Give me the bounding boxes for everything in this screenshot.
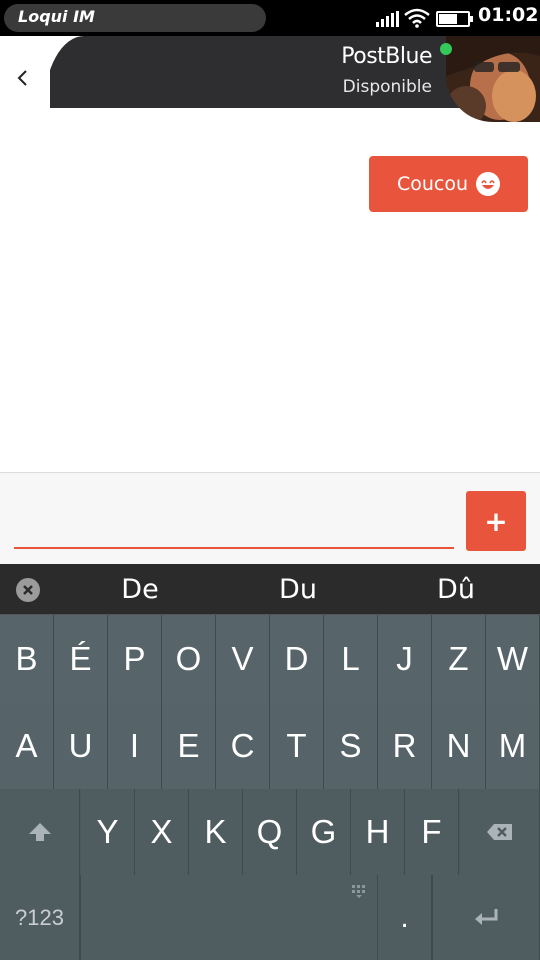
key-t[interactable]: T <box>270 703 324 789</box>
key-c[interactable]: C <box>216 703 270 789</box>
key-h[interactable]: H <box>351 789 405 875</box>
key-f[interactable]: F <box>405 789 459 875</box>
key-w[interactable]: W <box>486 615 540 703</box>
key-o[interactable]: O <box>162 615 216 703</box>
suggestion-item[interactable]: Du <box>238 574 358 605</box>
key-s[interactable]: S <box>324 703 378 789</box>
key-v[interactable]: V <box>216 615 270 703</box>
key-g[interactable]: G <box>297 789 351 875</box>
keyboard-row-3: YXKQGHF <box>0 789 540 875</box>
app-name: Loqui IM <box>18 7 95 26</box>
attach-button[interactable]: + <box>466 491 526 551</box>
keyboard-row-1: BÉPOVDLJZW <box>0 615 540 703</box>
keyboard-switch-icon <box>352 885 365 898</box>
key-i[interactable]: I <box>108 703 162 789</box>
battery-icon <box>436 11 473 27</box>
key-u[interactable]: U <box>54 703 108 789</box>
key-z[interactable]: Z <box>432 615 486 703</box>
space-key[interactable] <box>80 875 378 960</box>
key-q[interactable]: Q <box>243 789 297 875</box>
enter-key[interactable] <box>432 875 540 960</box>
chevron-left-icon <box>17 70 27 86</box>
key-k[interactable]: K <box>189 789 243 875</box>
key-l[interactable]: L <box>324 615 378 703</box>
keyboard-row-2: AUIECTSRNM <box>0 703 540 789</box>
avatar-image <box>446 36 540 122</box>
suggestion-item[interactable]: De <box>80 574 200 605</box>
message-bubble[interactable]: Coucou <box>369 156 528 212</box>
avatar[interactable] <box>446 36 540 122</box>
keyboard-row-4: ?123 . <box>0 875 540 960</box>
signal-icon <box>376 11 400 27</box>
key-x[interactable]: X <box>135 789 189 875</box>
contact-status: Disponible <box>342 77 432 97</box>
app-indicator: Loqui IM <box>4 4 266 32</box>
key-a[interactable]: A <box>0 703 54 789</box>
symbols-key[interactable]: ?123 <box>0 875 80 960</box>
enter-icon <box>475 908 498 925</box>
message-input[interactable] <box>14 495 454 549</box>
key-e[interactable]: E <box>162 703 216 789</box>
suggestion-bar: De Du Dû <box>0 564 540 615</box>
close-suggestions-icon[interactable] <box>16 578 40 602</box>
backspace-icon <box>486 824 512 840</box>
status-bar: Loqui IM 01:02 <box>0 0 540 36</box>
wifi-icon <box>404 8 430 28</box>
key-d[interactable]: D <box>270 615 324 703</box>
key-n[interactable]: N <box>432 703 486 789</box>
backspace-key[interactable] <box>460 789 540 875</box>
key-p[interactable]: P <box>108 615 162 703</box>
message-text: Coucou <box>396 173 469 195</box>
key-b[interactable]: B <box>0 615 54 703</box>
key-é[interactable]: É <box>54 615 108 703</box>
shift-icon <box>28 823 51 841</box>
key-m[interactable]: M <box>486 703 540 789</box>
key-j[interactable]: J <box>378 615 432 703</box>
contact-name: PostBlue <box>341 44 432 69</box>
period-key[interactable]: . <box>378 875 432 960</box>
back-button[interactable] <box>0 48 50 108</box>
presence-indicator <box>440 43 452 55</box>
suggestion-item[interactable]: Dû <box>396 574 516 605</box>
shift-key[interactable] <box>0 789 80 875</box>
grinning-face-icon <box>476 172 501 196</box>
keyboard: BÉPOVDLJZW AUIECTSRNM YXKQGHF ?123 . <box>0 615 540 960</box>
key-r[interactable]: R <box>378 703 432 789</box>
key-y[interactable]: Y <box>81 789 135 875</box>
clock: 01:02 <box>478 4 539 26</box>
period-label: . <box>400 900 409 934</box>
composer: + <box>0 472 540 564</box>
